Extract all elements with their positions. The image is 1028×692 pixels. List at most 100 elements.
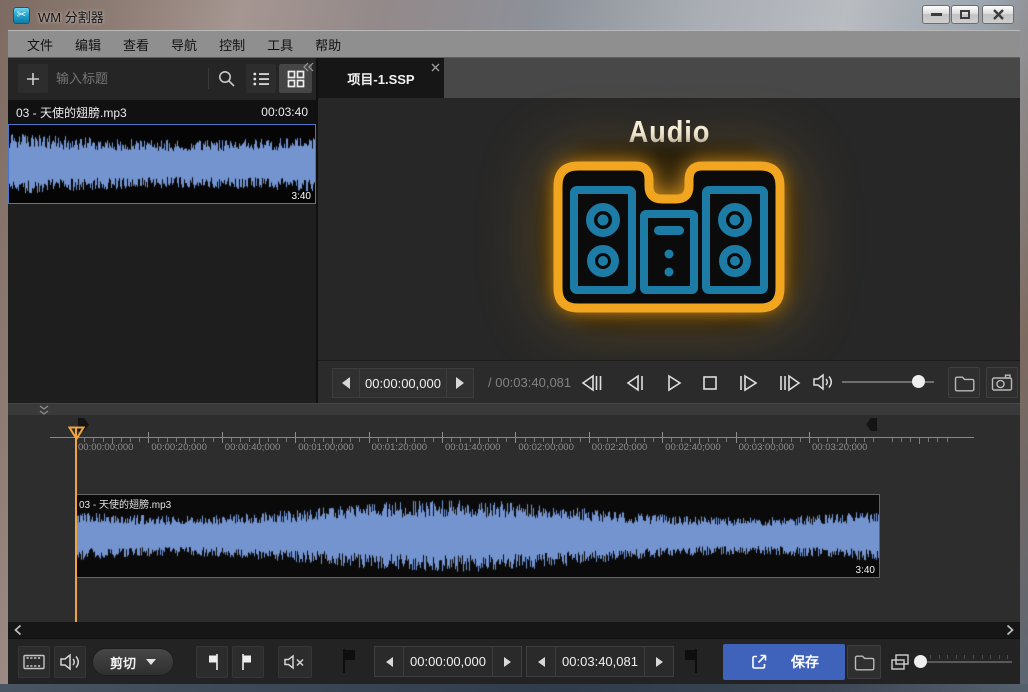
stop-button[interactable] (696, 369, 724, 397)
start-time-value: 00:00:00,000 (410, 654, 486, 669)
menu-item-control[interactable]: 控制 (208, 31, 256, 58)
output-folder-button[interactable] (847, 645, 881, 679)
ruler-tick (304, 438, 305, 442)
ruler-tick (928, 438, 929, 442)
previous-file-button[interactable] (578, 369, 606, 397)
preview-area: Audio (318, 98, 1020, 360)
ruler-tick (561, 438, 562, 442)
zoom-slider-thumb[interactable] (914, 655, 927, 668)
step-forward-button[interactable] (734, 369, 762, 397)
ruler-tick (268, 438, 269, 442)
cut-mode-dropdown[interactable]: 剪切 (92, 648, 174, 676)
search-input[interactable] (56, 64, 204, 93)
media-item-duration: 00:03:40 (261, 105, 308, 119)
ruler-tick (295, 432, 296, 443)
stop-icon (702, 375, 718, 391)
ruler-tick (378, 438, 379, 442)
panel-splitter[interactable] (8, 403, 1020, 415)
time-decrement-button[interactable] (333, 369, 359, 397)
set-end-marker-button[interactable] (196, 646, 228, 678)
library-toolbar (8, 58, 316, 100)
snapshot-button[interactable] (986, 367, 1018, 398)
minimize-button[interactable] (922, 5, 950, 24)
menu-item-tools[interactable]: 工具 (256, 31, 304, 58)
end-time-decrement[interactable] (527, 647, 555, 676)
speaker-icon (59, 652, 81, 672)
mute-button[interactable] (278, 646, 312, 678)
app-window: ✂ WM 分割器 文件 编辑 查看 导航 控制 工具 帮助 (0, 0, 1028, 692)
ruler-tick (800, 438, 801, 442)
start-time-decrement[interactable] (375, 647, 403, 676)
ruler-tick (855, 438, 856, 442)
ruler-tick (570, 438, 571, 442)
next-file-button[interactable] (776, 369, 804, 397)
zoom-tick (1007, 655, 1008, 659)
maximize-button[interactable] (951, 5, 979, 24)
ruler-tick (919, 438, 920, 444)
zoom-tick (956, 655, 957, 659)
main-content: 03 - 天使的翅膀.mp3 00:03:40 3:40 项目-1.SSP Au… (8, 58, 1020, 684)
search-button[interactable] (211, 64, 241, 93)
time-increment-button[interactable] (447, 369, 473, 397)
current-time-display[interactable]: 00:00:00,000 (360, 369, 446, 397)
ruler-tick (644, 438, 645, 442)
tab-project[interactable]: 项目-1.SSP (318, 58, 444, 98)
end-time-increment[interactable] (645, 647, 673, 676)
ruler-tick (176, 438, 177, 442)
title-bar[interactable]: ✂ WM 分割器 (0, 0, 1028, 30)
ruler-tick (772, 438, 773, 444)
scroll-left-button[interactable] (10, 622, 26, 638)
collapse-panel-button[interactable] (302, 59, 314, 77)
zoom-slider[interactable] (920, 661, 1012, 663)
media-list-item[interactable]: 03 - 天使的翅膀.mp3 00:03:40 (8, 100, 316, 124)
volume-slider-thumb[interactable] (912, 375, 925, 388)
ruler-tick (488, 438, 489, 442)
library-panel: 03 - 天使的翅膀.mp3 00:03:40 3:40 (8, 58, 318, 403)
audio-mode-button[interactable] (54, 646, 86, 678)
zoom-tick (973, 655, 974, 659)
ruler-tick (451, 438, 452, 442)
chevron-right-icon (1006, 624, 1014, 636)
tab-close-button[interactable] (431, 59, 440, 77)
menu-item-edit[interactable]: 编辑 (64, 31, 112, 58)
end-time-display[interactable]: 00:03:40,081 (556, 647, 644, 676)
list-view-button[interactable] (246, 64, 276, 93)
save-button[interactable]: 保存 (723, 644, 845, 680)
end-marker-icon (682, 648, 700, 679)
next-file-icon (778, 374, 802, 392)
playhead-handle[interactable] (68, 426, 85, 441)
scroll-right-button[interactable] (1002, 622, 1018, 638)
end-time-value: 00:03:40,081 (562, 654, 638, 669)
ruler-label: 00:02:20;000 (592, 442, 647, 453)
play-button[interactable] (660, 369, 688, 397)
start-time-display[interactable]: 00:00:00,000 (404, 647, 492, 676)
ruler-tick (809, 432, 810, 443)
audio-clip[interactable]: 03 - 天使的翅膀.mp3 3:40 (75, 494, 880, 578)
thumbnail-waveform (9, 125, 315, 203)
right-arrow-icon (656, 657, 663, 667)
ruler-tick (626, 438, 627, 444)
menu-item-file[interactable]: 文件 (16, 31, 64, 58)
menu-item-help[interactable]: 帮助 (304, 31, 352, 58)
menu-item-navigate[interactable]: 导航 (160, 31, 208, 58)
start-time-increment[interactable] (493, 647, 521, 676)
ruler-label: 00:01:00;000 (298, 442, 353, 453)
set-start-marker-button[interactable] (232, 646, 264, 678)
add-file-button[interactable] (18, 64, 48, 93)
ruler-tick (543, 438, 544, 442)
step-back-button[interactable] (622, 369, 650, 397)
close-button[interactable] (982, 5, 1014, 24)
ruler-tick (699, 438, 700, 444)
open-folder-button[interactable] (948, 367, 980, 398)
ruler-tick (405, 438, 406, 444)
playhead-line[interactable] (75, 428, 77, 622)
flag-right-icon (238, 652, 258, 672)
tab-bar: 项目-1.SSP (318, 58, 1020, 98)
transport-bar: 00:00:00,000 / 00:03:40,081 (318, 360, 1020, 403)
menu-item-view[interactable]: 查看 (112, 31, 160, 58)
timeline-scrollbar[interactable] (8, 622, 1020, 638)
media-thumbnail[interactable]: 3:40 (8, 124, 316, 204)
ruler-tick (213, 438, 214, 442)
video-mode-button[interactable] (18, 646, 50, 678)
clip-name: 03 - 天使的翅膀.mp3 (79, 496, 171, 511)
